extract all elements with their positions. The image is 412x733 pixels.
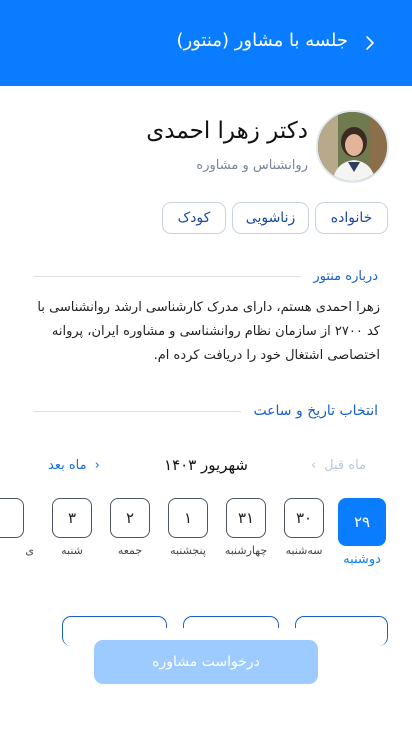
prev-month-button[interactable]: ماه قبل › bbox=[311, 458, 366, 473]
chevron-right-icon[interactable] bbox=[358, 30, 382, 56]
day-name: ی bbox=[25, 544, 34, 557]
schedule-title: انتخاب تاریخ و ساعت bbox=[253, 403, 378, 419]
day-number: ۳۱ bbox=[226, 498, 266, 538]
divider bbox=[34, 275, 302, 277]
mentor-avatar bbox=[316, 110, 389, 183]
day-name: سه‌شنبه bbox=[285, 544, 323, 557]
day-item[interactable]: ۳۰ سه‌شنبه bbox=[280, 498, 328, 557]
about-section-header: درباره منتور bbox=[34, 266, 378, 286]
day-number: ۳۰ bbox=[284, 498, 324, 538]
day-name: پنجشنبه bbox=[170, 544, 206, 557]
prev-month-label: ماه قبل bbox=[324, 458, 366, 473]
chevron-right-icon: › bbox=[310, 458, 317, 473]
day-item[interactable]: ی bbox=[0, 498, 34, 557]
day-name: شنبه bbox=[61, 544, 83, 557]
about-text: زهرا احمدی هستم، دارای مدرک کارشناسی ارش… bbox=[37, 300, 380, 363]
day-name: دوشنبه bbox=[343, 552, 381, 567]
month-navigation: ‹ماه بعد شهریور ۱۴۰۳ ماه قبل› bbox=[0, 456, 412, 480]
tag-family[interactable]: خانواده bbox=[315, 202, 388, 234]
mentor-name: دکتر زهرا احمدی bbox=[146, 118, 308, 144]
divider bbox=[34, 410, 242, 412]
page-title: جلسه با مشاور (منتور) bbox=[176, 30, 348, 51]
day-item[interactable]: ۳ شنبه bbox=[48, 498, 96, 557]
schedule-section-header: انتخاب تاریخ و ساعت bbox=[34, 401, 378, 421]
day-number: ۳ bbox=[52, 498, 92, 538]
day-number: ۱ bbox=[168, 498, 208, 538]
day-number: ۲۹ bbox=[338, 498, 386, 546]
day-number: ۲ bbox=[110, 498, 150, 538]
about-title: درباره منتور bbox=[313, 268, 378, 284]
day-name: جمعه bbox=[117, 544, 143, 557]
day-number bbox=[0, 498, 24, 538]
tag-child[interactable]: کودک bbox=[162, 202, 226, 234]
day-name: چهارشنبه bbox=[224, 544, 268, 557]
day-item[interactable]: ۳۱ چهارشنبه bbox=[222, 498, 270, 557]
mentor-role: روانشناس و مشاوره bbox=[196, 158, 308, 173]
day-item[interactable]: ۲۹ دوشنبه bbox=[338, 498, 386, 567]
request-consultation-button[interactable]: درخواست مشاوره bbox=[94, 640, 318, 684]
tag-marital[interactable]: زناشویی bbox=[232, 202, 309, 234]
app-header: جلسه با مشاور (منتور) bbox=[0, 0, 412, 86]
day-item[interactable]: ۲ جمعه bbox=[106, 498, 154, 557]
day-item[interactable]: ۱ پنجشنبه bbox=[164, 498, 212, 557]
